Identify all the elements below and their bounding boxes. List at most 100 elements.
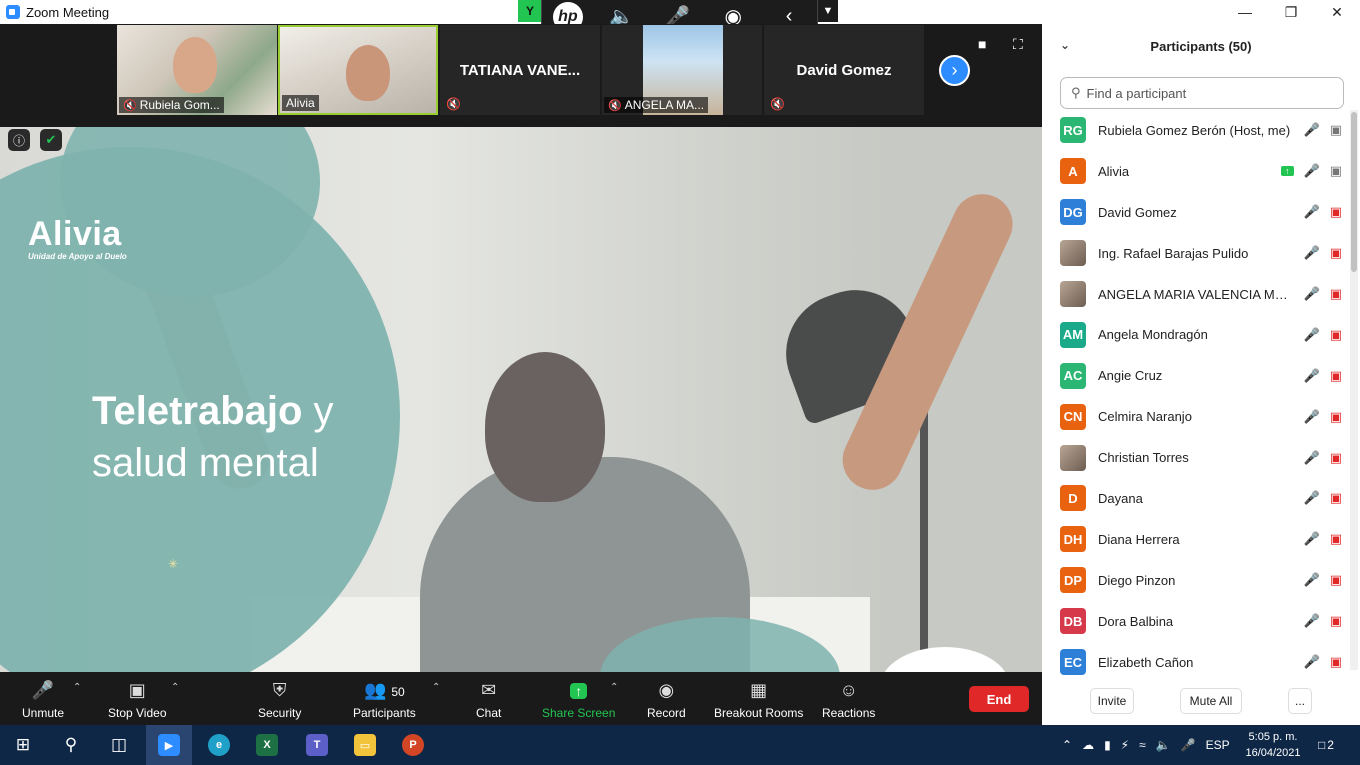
video-off-icon[interactable]: ▣	[1330, 572, 1342, 588]
video-off-icon[interactable]: ▣	[1330, 286, 1342, 302]
meeting-info-icon[interactable]: ⓘ	[8, 129, 30, 151]
participant-row[interactable]: DP Diego Pinzon 🎤 ▣	[1042, 560, 1348, 601]
participant-row[interactable]: AM Angela Mondragón 🎤 ▣	[1042, 314, 1348, 355]
zoom-taskbar-icon[interactable]: ▶	[146, 725, 192, 765]
reactions-button[interactable]: ☺ Reactions	[822, 678, 875, 720]
stop-video-button[interactable]: ▣ Stop Video	[108, 678, 167, 720]
participants-options-caret[interactable]: ⌃	[432, 682, 440, 693]
encryption-shield-icon[interactable]: ✔	[40, 129, 62, 151]
panel-header: ⌄ Participants (50)	[1042, 24, 1360, 68]
participant-row[interactable]: RG Rubiela Gomez Berón (Host, me) 🎤 ▣	[1042, 110, 1348, 151]
mic-muted-icon[interactable]: 🎤	[1304, 368, 1320, 384]
clock[interactable]: 5:05 p. m. 16/04/2021	[1238, 729, 1308, 761]
video-camera-icon[interactable]: ▣	[1330, 122, 1342, 138]
notification-center[interactable]: □ 2	[1318, 725, 1334, 765]
task-view-icon[interactable]: ◫	[96, 725, 142, 765]
powerpoint-icon[interactable]: P	[390, 725, 436, 765]
next-page-button[interactable]: ›	[939, 55, 970, 86]
video-off-icon[interactable]: ▣	[1330, 245, 1342, 261]
video-off-icon[interactable]: ▣	[1330, 531, 1342, 547]
unmute-button[interactable]: 🎤 Unmute	[22, 678, 64, 720]
video-camera-icon[interactable]: ▣	[1330, 163, 1342, 179]
mic-muted-icon[interactable]: 🎤	[1304, 450, 1320, 466]
video-options-caret[interactable]: ⌃	[171, 682, 179, 693]
participant-row[interactable]: ANGELA MARIA VALENCIA MAR... 🎤 ▣	[1042, 274, 1348, 315]
sparkle-icon: ✳	[168, 557, 179, 571]
audio-options-caret[interactable]: ⌃	[73, 682, 81, 693]
record-button[interactable]: ◉ Record	[647, 678, 686, 720]
view-options-icon[interactable]: ■	[978, 36, 986, 52]
video-tile-alivia[interactable]: Alivia	[278, 25, 438, 115]
mic-muted-icon[interactable]: 🎤	[1304, 572, 1320, 588]
microphone-icon[interactable]: 🎤	[1304, 163, 1320, 179]
mic-muted-icon[interactable]: 🎤	[1304, 286, 1320, 302]
video-off-icon[interactable]: ▣	[1330, 654, 1342, 670]
participant-status: 🎤 ▣	[1304, 192, 1342, 233]
fullscreen-icon[interactable]: ⛶	[1013, 36, 1023, 53]
maximize-icon[interactable]: ❐	[1268, 0, 1314, 24]
language-indicator[interactable]: ESP	[1206, 738, 1230, 752]
end-meeting-button[interactable]: End	[969, 686, 1029, 712]
volume-icon[interactable]: 🔈	[1156, 738, 1171, 752]
mic-muted-icon[interactable]: 🎤	[1304, 490, 1320, 506]
breakout-rooms-button[interactable]: ▦ Breakout Rooms	[714, 678, 803, 720]
video-off-icon[interactable]: ▣	[1330, 368, 1342, 384]
minimize-icon[interactable]: —	[1222, 0, 1268, 24]
file-explorer-icon[interactable]: ▭	[342, 725, 388, 765]
mic-muted-icon[interactable]: 🎤	[1304, 654, 1320, 670]
mic-muted-icon[interactable]: 🎤	[1304, 531, 1320, 547]
video-off-icon[interactable]: ▣	[1330, 409, 1342, 425]
chevron-down-icon[interactable]: ⌄	[1060, 38, 1070, 52]
participant-row[interactable]: AC Angie Cruz 🎤 ▣	[1042, 355, 1348, 396]
chat-button[interactable]: ✉ Chat	[476, 678, 501, 720]
invite-button[interactable]: Invite	[1090, 688, 1134, 714]
mic-muted-icon[interactable]: 🎤	[1304, 409, 1320, 425]
windows-start-icon[interactable]: ⊞	[0, 725, 46, 765]
participant-row[interactable]: EC Elizabeth Cañon 🎤 ▣	[1042, 642, 1348, 678]
video-off-icon[interactable]: ▣	[1330, 327, 1342, 343]
participant-search-field[interactable]: ⚲ Find a participant	[1060, 77, 1344, 109]
video-tile-angela[interactable]: 🔇 ANGELA MA...	[602, 25, 762, 115]
mic-muted-icon[interactable]: 🎤	[1304, 122, 1320, 138]
mute-all-button[interactable]: Mute All	[1180, 688, 1242, 714]
video-off-icon[interactable]: ▣	[1330, 490, 1342, 506]
edge-browser-icon[interactable]: e	[196, 725, 242, 765]
mic-muted-icon[interactable]: 🎤	[1304, 245, 1320, 261]
onedrive-icon[interactable]: ☁	[1082, 738, 1094, 752]
microphone-icon[interactable]: 🎤	[1181, 738, 1196, 752]
participant-row[interactable]: DG David Gomez 🎤 ▣	[1042, 192, 1348, 233]
participants-scrollbar[interactable]	[1350, 110, 1358, 670]
close-icon[interactable]: ✕	[1314, 0, 1360, 24]
participant-row[interactable]: A Alivia ↑ 🎤 ▣	[1042, 151, 1348, 192]
share-options-caret[interactable]: ⌃	[610, 682, 618, 693]
mic-muted-icon[interactable]: 🎤	[1304, 204, 1320, 220]
power-icon[interactable]: ⚡	[1121, 738, 1129, 752]
video-tile-tatiana[interactable]: TATIANA VANE... 🔇	[440, 25, 600, 115]
participant-row[interactable]: Christian Torres 🎤 ▣	[1042, 437, 1348, 478]
scrollbar-thumb[interactable]	[1351, 112, 1357, 272]
participant-row[interactable]: CN Celmira Naranjo 🎤 ▣	[1042, 396, 1348, 437]
security-button[interactable]: ⛨ Security	[258, 678, 301, 720]
teams-icon[interactable]: T	[294, 725, 340, 765]
chevron-up-icon[interactable]: ⌃	[1062, 738, 1072, 752]
battery-icon[interactable]: ▮	[1104, 738, 1111, 752]
excel-icon[interactable]: X	[244, 725, 290, 765]
video-off-icon[interactable]: ▣	[1330, 204, 1342, 220]
share-screen-button[interactable]: ↑ Share Screen	[542, 678, 615, 720]
video-tile-rubiela[interactable]: 🔇 Rubiela Gom...	[117, 25, 277, 115]
wifi-icon[interactable]: ≈	[1139, 738, 1146, 752]
participants-button[interactable]: 👥 50 Participants	[353, 678, 416, 720]
hp-overlay-tab[interactable]: Y	[518, 0, 542, 22]
participant-row[interactable]: Ing. Rafael Barajas Pulido 🎤 ▣	[1042, 233, 1348, 274]
video-off-icon[interactable]: ▣	[1330, 613, 1342, 629]
mic-muted-icon[interactable]: 🎤	[1304, 327, 1320, 343]
participant-row[interactable]: D Dayana 🎤 ▣	[1042, 478, 1348, 519]
video-off-icon[interactable]: ▣	[1330, 450, 1342, 466]
chevron-down-icon[interactable]: ▼	[818, 0, 838, 22]
participant-row[interactable]: DB Dora Balbina 🎤 ▣	[1042, 601, 1348, 642]
mic-muted-icon[interactable]: 🎤	[1304, 613, 1320, 629]
video-tile-david[interactable]: David Gomez 🔇	[764, 25, 924, 115]
more-options-button[interactable]: ...	[1288, 688, 1312, 714]
participant-row[interactable]: DH Diana Herrera 🎤 ▣	[1042, 519, 1348, 560]
search-icon[interactable]: ⚲	[48, 725, 94, 765]
